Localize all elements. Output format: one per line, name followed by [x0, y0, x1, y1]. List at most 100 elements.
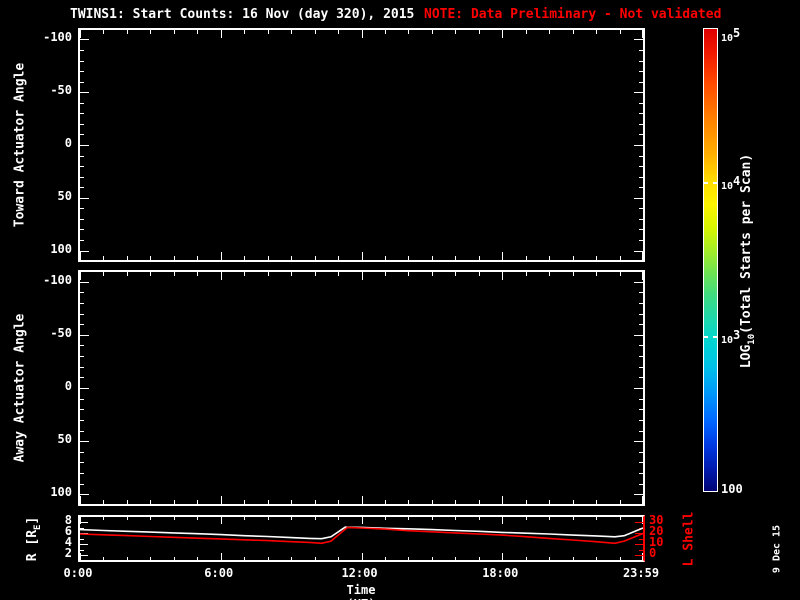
- y-tick: [80, 398, 84, 400]
- x-tick: [502, 272, 504, 280]
- x-tick: [642, 252, 643, 260]
- y-tick: [639, 366, 643, 368]
- y-tick: [639, 134, 643, 136]
- x-tick: [173, 272, 175, 276]
- x-tick: [173, 500, 175, 504]
- x-tick: [502, 252, 504, 260]
- y-tick-label: 100: [50, 485, 72, 500]
- y-tick: [80, 71, 84, 73]
- x-tick: [361, 496, 363, 504]
- y-tick: [80, 60, 84, 62]
- x-tick: [478, 30, 480, 34]
- x-tick: [361, 252, 363, 260]
- y-tick-label: -100: [43, 272, 72, 287]
- y-tick: [80, 409, 84, 411]
- orbit-line-panel: [78, 515, 645, 562]
- x-tick: [291, 272, 293, 276]
- y-tick: [80, 334, 89, 336]
- x-tick: [549, 272, 551, 276]
- x-tick-label: 6:00: [204, 566, 234, 580]
- y-tick: [639, 102, 643, 104]
- x-tick: [103, 272, 105, 276]
- y-tick: [634, 334, 643, 336]
- toward-spectrogram-panel: [78, 28, 645, 262]
- y-tick: [639, 409, 643, 411]
- y-tick-label: -50: [50, 325, 72, 340]
- x-tick: [384, 500, 386, 504]
- x-tick: [431, 500, 433, 504]
- x-tick: [150, 500, 152, 504]
- y-tick: [639, 155, 643, 157]
- y-tick: [80, 145, 89, 146]
- colorbar: [703, 28, 718, 492]
- x-tick: [126, 30, 128, 34]
- y-tick: [639, 50, 643, 52]
- y-tick: [80, 483, 84, 485]
- x-tick: [384, 256, 386, 260]
- y-tick: [80, 229, 84, 231]
- y-tick: [639, 239, 643, 241]
- x-tick: [197, 256, 199, 260]
- x-tick: [525, 30, 527, 34]
- x-tick: [338, 272, 340, 276]
- x-tick: [103, 500, 105, 504]
- y-tick: [634, 145, 643, 146]
- x-tick: [525, 500, 527, 504]
- x-tick-label: 23:59: [622, 566, 660, 580]
- y-tick: [639, 345, 643, 347]
- x-tick: [314, 30, 316, 34]
- colorbar-tick: [713, 181, 717, 184]
- x-tick: [338, 500, 340, 504]
- x-tick: [596, 272, 598, 276]
- twins-plot-canvas: TWINS1: Start Counts: 16 Nov (day 320), …: [0, 0, 800, 600]
- x-tick: [197, 30, 199, 34]
- y-tick: [80, 166, 84, 168]
- x-tick: [103, 256, 105, 260]
- x-tick: [455, 256, 457, 260]
- x-tick: [197, 500, 199, 504]
- x-tick: [267, 256, 269, 260]
- x-tick: [572, 500, 574, 504]
- y-tick: [80, 302, 84, 304]
- y-tick: [80, 494, 89, 496]
- datestamp: 9 Dec 15: [771, 524, 783, 574]
- y-tick: [80, 356, 84, 358]
- x-tick: [572, 256, 574, 260]
- y-tick: [80, 419, 84, 421]
- y-tick-label: 0: [64, 379, 72, 393]
- x-tick: [619, 272, 621, 276]
- x-tick: [126, 500, 128, 504]
- y-tick: [639, 176, 643, 178]
- colorbar-tick-label: 105: [721, 26, 741, 44]
- away-spectrogram-panel: [78, 270, 645, 506]
- y-tick: [639, 451, 643, 453]
- x-tick: [80, 496, 81, 504]
- colorbar-axis-title: LOG10(Total Starts per Scan): [739, 153, 757, 369]
- x-tick-label: 18:00: [482, 566, 519, 580]
- x-tick: [549, 30, 551, 34]
- plot-title: TWINS1: Start Counts: 16 Nov (day 320), …: [70, 7, 415, 22]
- y-tick: [639, 60, 643, 62]
- y-tick: [80, 451, 84, 453]
- y-tick: [639, 113, 643, 115]
- y-tick: [80, 176, 84, 178]
- x-tick: [103, 30, 105, 34]
- y-tick: [80, 462, 84, 464]
- x-tick: [455, 30, 457, 34]
- y-tick: [80, 239, 84, 241]
- x-tick-label: 0:00: [63, 566, 93, 580]
- y-tick: [639, 483, 643, 485]
- time-axis-title: Time (UT): [346, 583, 376, 600]
- x-tick: [619, 30, 621, 34]
- x-tick: [549, 256, 551, 260]
- colorbar-tick-label: 100: [721, 482, 743, 496]
- x-tick: [408, 256, 410, 260]
- x-tick: [126, 272, 128, 276]
- x-tick: [267, 500, 269, 504]
- y-tick: [80, 113, 84, 115]
- x-tick: [220, 30, 222, 38]
- x-tick: [525, 272, 527, 276]
- x-tick: [478, 272, 480, 276]
- y-tick: [639, 419, 643, 421]
- x-tick: [642, 496, 643, 504]
